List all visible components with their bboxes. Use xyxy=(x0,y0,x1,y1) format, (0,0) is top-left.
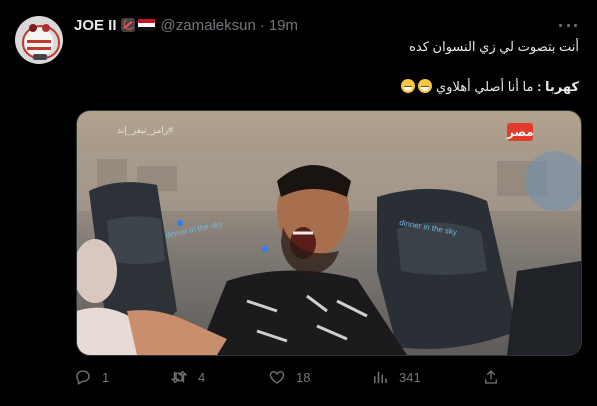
egypt-flag-icon xyxy=(137,19,155,31)
views-button[interactable]: 341 xyxy=(371,366,421,388)
like-button[interactable]: 18 xyxy=(268,366,310,388)
avatar-detail xyxy=(27,40,51,43)
tweet-line-2: كهربا : ما أنا أصلي أهلاوي xyxy=(74,78,579,96)
share-button[interactable] xyxy=(482,366,510,388)
tweet-actions-bar: 1 4 18 341 xyxy=(74,366,514,388)
reply-icon xyxy=(76,370,90,385)
like-count: 18 xyxy=(296,369,311,385)
reply-count: 1 xyxy=(102,369,110,385)
separator-dot: · xyxy=(259,16,265,34)
tweet-line-1: أنت بتصوت لي زي النسوان كده xyxy=(409,39,579,54)
grinning-face-icon xyxy=(418,79,433,93)
tweet-text: أنت بتصوت لي زي النسوان كده كهربا : ما أ… xyxy=(74,38,579,96)
avatar-detail xyxy=(42,24,50,32)
timestamp[interactable]: 19m xyxy=(269,17,298,34)
hashtag-overlay: #رامز_نيفر_إند xyxy=(117,125,174,135)
tweet-line-2-text: ما أنا أصلي أهلاوي xyxy=(436,79,538,94)
avatar-detail xyxy=(33,54,47,60)
avatar-detail xyxy=(29,24,37,32)
man-hand xyxy=(127,310,227,355)
blue-light xyxy=(262,246,268,252)
avatar-detail xyxy=(27,47,51,50)
channel-logo: مصر xyxy=(507,123,534,141)
display-name[interactable]: JOE II xyxy=(74,17,117,34)
tweet-media-image[interactable]: #رامز_نيفر_إند مصر dinner in the sky din… xyxy=(76,110,582,356)
retweet-icon xyxy=(170,370,188,384)
man-jacket xyxy=(197,270,407,355)
retweet-count: 4 xyxy=(198,369,206,385)
grinning-face-icon xyxy=(401,79,416,93)
archery-icon xyxy=(120,18,135,32)
views-count: 341 xyxy=(399,369,421,385)
share-icon xyxy=(485,370,497,384)
views-bar-chart-icon xyxy=(374,371,387,383)
retweet-button[interactable]: 4 xyxy=(170,366,205,388)
user-handle[interactable]: @zamaleksun xyxy=(161,17,256,34)
tweet-line-2-speaker: كهربا : xyxy=(537,79,579,94)
reply-button[interactable]: 1 xyxy=(74,366,109,388)
more-options-icon[interactable] xyxy=(559,18,577,32)
media-scene xyxy=(77,151,581,355)
avatar[interactable] xyxy=(15,16,63,64)
tweet-card[interactable]: JOE II @zamaleksun · 19m أنت بتصوت لي زي… xyxy=(0,0,597,406)
heart-icon xyxy=(269,371,285,384)
tweet-header: JOE II @zamaleksun · 19m xyxy=(74,16,298,34)
blue-light xyxy=(177,220,183,226)
